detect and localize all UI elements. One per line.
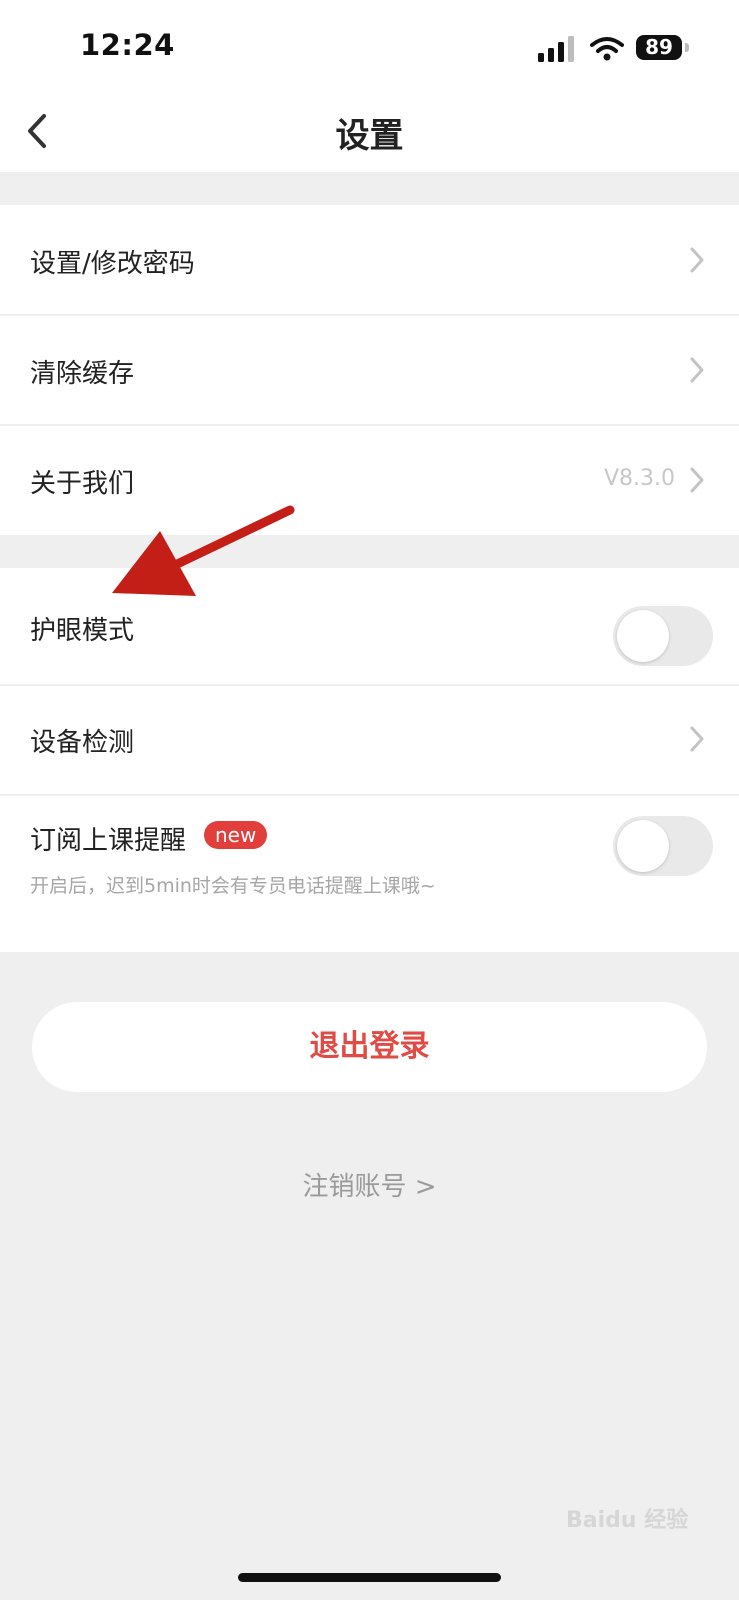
settings-row-class-reminder: 订阅上课提醒 new 开启后，迟到5min时会有专员电话提醒上课哦~: [0, 796, 739, 952]
nav-bar: 设置: [0, 92, 739, 172]
toggle-knob: [617, 610, 669, 662]
settings-group-account: 设置/修改密码 清除缓存 关于我们 V8.3.0: [0, 205, 739, 535]
chevron-right-icon: [690, 726, 704, 752]
toggle-knob: [617, 820, 669, 872]
settings-row-device-check[interactable]: 设备检测: [0, 686, 739, 794]
row-label: 订阅上课提醒: [30, 826, 187, 856]
settings-row-eye-care: 护眼模式: [0, 568, 739, 684]
eye-care-toggle[interactable]: [613, 606, 713, 666]
reminder-description: 开启后，迟到5min时会有专员电话提醒上课哦~: [30, 875, 436, 897]
baidu-watermark: Baidu 经验: [566, 1508, 689, 1533]
new-badge: new: [204, 821, 268, 849]
chevron-right-icon: [690, 467, 704, 493]
chevron-right-icon: [690, 247, 704, 273]
cancel-account-link[interactable]: 注销账号 >: [0, 1166, 739, 1203]
settings-row-about-us[interactable]: 关于我们 V8.3.0: [0, 426, 739, 535]
row-label: 清除缓存: [30, 359, 135, 389]
home-indicator: [238, 1573, 501, 1582]
row-label: 设置/修改密码: [30, 249, 195, 279]
battery-icon: 89: [636, 35, 682, 60]
wifi-icon: [590, 37, 624, 61]
cellular-signal-icon: [538, 36, 574, 62]
page-title: 设置: [335, 116, 404, 156]
row-label: 设备检测: [30, 728, 135, 758]
version-text: V8.3.0: [604, 466, 676, 491]
class-reminder-toggle[interactable]: [613, 816, 713, 876]
settings-group-preferences: 护眼模式 设备检测 订阅上课提醒 new 开启后，迟到5min时会有专员电话提醒…: [0, 568, 739, 952]
status-bar: 12:24 89: [0, 0, 739, 92]
chevron-right-icon: [690, 357, 704, 383]
logout-button[interactable]: 退出登录: [32, 1002, 707, 1092]
battery-tip: [685, 43, 689, 52]
settings-row-clear-cache[interactable]: 清除缓存: [0, 316, 739, 424]
status-time: 12:24: [80, 28, 175, 62]
row-label: 关于我们: [30, 469, 135, 499]
settings-row-password[interactable]: 设置/修改密码: [0, 205, 739, 314]
row-label: 护眼模式: [30, 616, 135, 646]
